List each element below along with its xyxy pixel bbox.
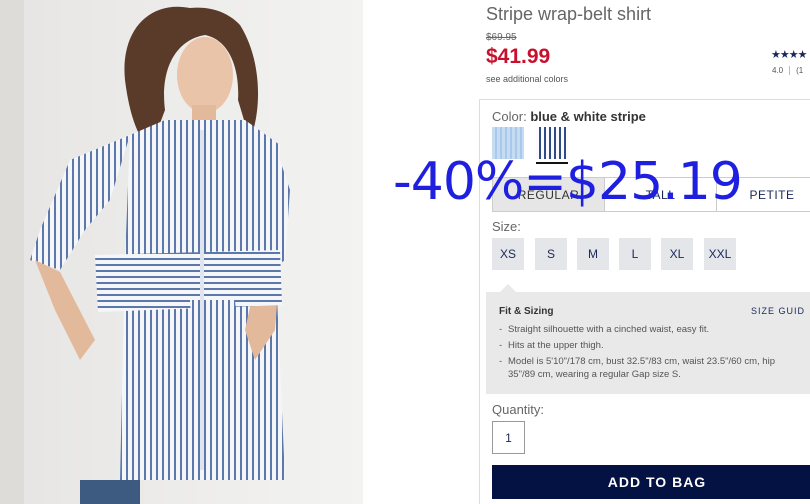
fit-bullet-text: Straight silhouette with a cinched waist… [508, 324, 710, 335]
rating-stars-icon[interactable]: ★★★★ [771, 48, 807, 61]
product-photo [0, 0, 363, 504]
product-title: Stripe wrap-belt shirt [486, 4, 652, 24]
fit-bullet-continuation: 35"/89 cm, wearing a regular Gap size S. [508, 369, 681, 380]
size-xxl-button[interactable]: XXL [704, 238, 736, 270]
fit-box-pointer [500, 284, 516, 292]
see-additional-colors-link[interactable]: see additional colors [486, 74, 568, 84]
fit-bullet: - Hits at the upper thigh. [499, 340, 604, 351]
fit-sizing-title: Fit & Sizing [499, 306, 554, 317]
quantity-input[interactable] [492, 421, 525, 454]
size-xs-button[interactable]: XS [492, 238, 524, 270]
rating-summary[interactable]: 4.0 (1 [772, 66, 804, 76]
rating-divider [789, 66, 791, 76]
sale-price: $41.99 [486, 45, 551, 68]
rating-value: 4.0 [772, 66, 784, 75]
selected-color-name: blue & white stripe [530, 109, 646, 124]
fit-bullet: - Model is 5'10"/178 cm, bust 32.5"/83 cm… [499, 356, 775, 367]
size-m-button[interactable]: M [577, 238, 609, 270]
size-s-button[interactable]: S [535, 238, 567, 270]
quantity-label: Quantity: [492, 402, 545, 417]
discount-overlay-text: -40%=$25.19 [393, 152, 743, 212]
add-to-bag-button[interactable]: ADD TO BAG [492, 465, 810, 499]
size-l-button[interactable]: L [619, 238, 651, 270]
color-label: Color: blue & white stripe [492, 109, 646, 124]
size-guide-link[interactable]: SIZE GUID [751, 306, 805, 316]
color-label-text: Color: [492, 109, 527, 124]
review-count: (1 [796, 66, 804, 75]
fit-bullet-text: Model is 5'10"/178 cm, bust 32.5"/83 cm,… [508, 356, 775, 367]
size-xl-button[interactable]: XL [661, 238, 693, 270]
fit-bullet: - Straight silhouette with a cinched wais… [499, 324, 710, 335]
original-price: $69.95 [486, 32, 517, 43]
fit-bullet-text: Hits at the upper thigh. [508, 340, 604, 351]
size-label: Size: [492, 219, 521, 234]
